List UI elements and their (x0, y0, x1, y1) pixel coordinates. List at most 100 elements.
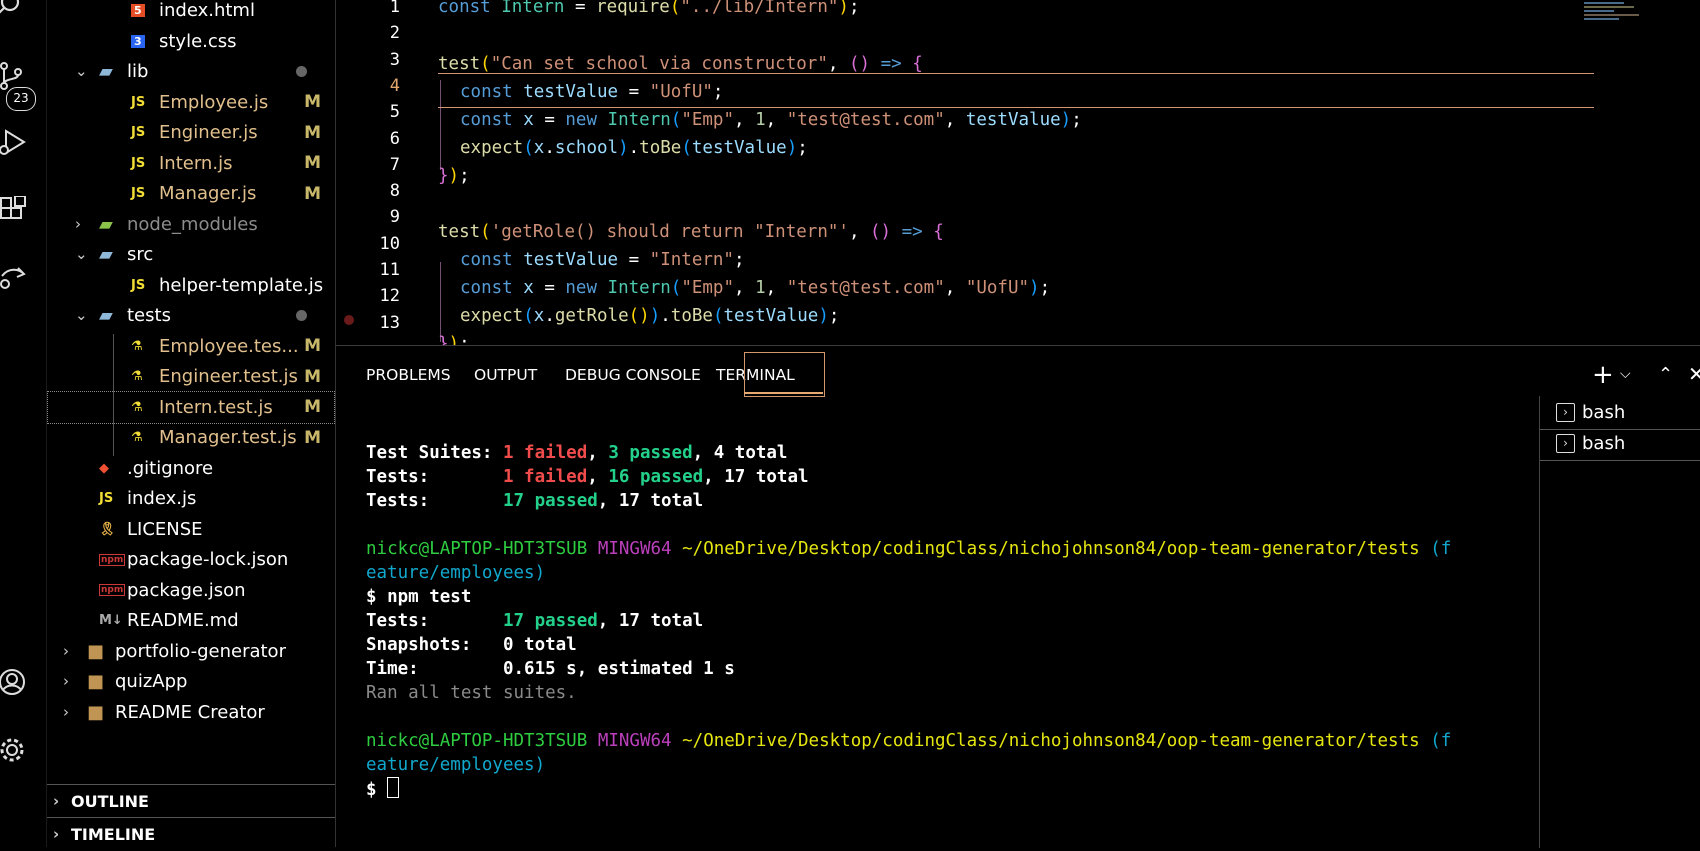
terminal-instance[interactable]: › bash (1540, 427, 1700, 461)
run-debug-icon[interactable] (0, 128, 28, 156)
chevron-down-icon[interactable]: ⌄ (75, 308, 89, 323)
git-changes-dot (296, 66, 307, 77)
timeline-label: TIMELINE (71, 825, 156, 844)
terminal-name: bash (1582, 402, 1626, 423)
git-status-modified: M (304, 397, 321, 417)
tree-item[interactable]: npm package.json (47, 574, 335, 607)
tree-item[interactable]: › ▰ node_modules (47, 208, 335, 241)
git-status-modified: M (304, 183, 321, 204)
chevron-down-icon[interactable]: ⌵ (1620, 366, 1631, 382)
tab-problems[interactable]: PROBLEMS (366, 366, 451, 384)
git-changes-dot (296, 310, 307, 321)
tree-item[interactable]: › ■ quizApp (47, 665, 335, 698)
source-control-icon[interactable] (0, 62, 28, 90)
timeline-section[interactable]: › TIMELINE (47, 817, 335, 851)
line-number: 4 (389, 75, 400, 96)
tree-item[interactable]: 🎗 LICENSE (47, 513, 335, 546)
tree-item[interactable]: npm package-lock.json (47, 543, 335, 576)
chevron-right-icon[interactable]: › (63, 704, 77, 719)
tree-item[interactable]: ⚗ Intern.test.js M (47, 390, 335, 424)
tree-item[interactable]: M↓ README.md (47, 604, 335, 637)
tree-item[interactable]: ⌄ ▰ lib (47, 55, 335, 88)
maximize-panel-icon[interactable]: ⌃ (1658, 364, 1673, 385)
chevron-down-icon[interactable]: ⌄ (75, 64, 89, 79)
license-icon: 🎗 (99, 521, 116, 537)
tree-item[interactable]: › ■ README Creator (47, 696, 335, 729)
code-line-10: const testValue = "Intern"; (460, 250, 745, 270)
javascript-file-icon: JS (131, 94, 146, 110)
line-number: 8 (389, 181, 400, 202)
code-editor[interactable]: 1 2 3 4 5 6 7 8 9 10 11 12 13 const Intern = require… (336, 0, 1700, 345)
minimap[interactable] (1584, 0, 1644, 30)
tree-item[interactable]: JS index.js (47, 482, 335, 515)
terminal-list: › bash › bash (1539, 396, 1700, 848)
line-number: 13 (379, 312, 400, 333)
tree-item[interactable]: ⚗ Engineer.test.js M (47, 360, 335, 393)
test-file-icon: ⚗ (131, 369, 143, 384)
tree-item[interactable]: ⚗ Employee.tes... M (47, 330, 335, 363)
tab-output[interactable]: OUTPUT (474, 366, 537, 384)
new-terminal-icon[interactable]: + (1592, 360, 1614, 390)
tree-item[interactable]: 3 style.css (47, 25, 335, 58)
chevron-right-icon[interactable]: › (75, 216, 89, 231)
tree-item-label: Employee.js (159, 91, 269, 113)
line-number: 2 (389, 23, 400, 44)
test-file-icon: ⚗ (131, 338, 143, 354)
chevron-right-icon: › (53, 825, 60, 843)
tree-item[interactable]: › ■ portfolio-generator (47, 635, 335, 668)
tree-item-label: package.json (127, 579, 246, 601)
line-number: 12 (379, 286, 400, 307)
css-file-icon: 3 (131, 34, 145, 48)
code-line-7: }); (438, 166, 470, 186)
settings-gear-icon[interactable] (0, 736, 28, 764)
npm-icon: npm (99, 584, 126, 596)
git-status-modified: M (304, 153, 321, 173)
code-line-13: }); (438, 334, 470, 345)
outline-section[interactable]: › OUTLINE (47, 784, 335, 818)
tree-item[interactable]: JS Manager.js M (47, 177, 335, 210)
indent-guide (440, 262, 441, 342)
tree-item[interactable]: ⚗ Manager.test.js M (47, 421, 335, 454)
tree-item[interactable]: 5 index.html (47, 0, 335, 27)
tree-item[interactable]: JS Intern.js M (47, 147, 335, 180)
tree-item-label: Intern.js (159, 152, 233, 174)
tree-item-label: Manager.test.js (159, 427, 297, 448)
bottom-panel: PROBLEMS OUTPUT DEBUG CONSOLE TERMINAL + ⌵ … (336, 345, 1700, 848)
test-file-icon: ⚗ (131, 399, 143, 415)
code-line-3: test("Can set school via constructor", (… (438, 54, 923, 74)
outline-label: OUTLINE (71, 792, 149, 811)
terminal-output[interactable]: Test Suites: 1 failed, 3 passed, 4 total… (366, 441, 1451, 802)
folder-icon: ▰ (99, 213, 113, 235)
javascript-file-icon: JS (131, 155, 146, 171)
tree-item-label: lib (127, 61, 149, 82)
chevron-down-icon[interactable]: ⌄ (75, 247, 89, 262)
tree-item[interactable]: JS helper-template.js (47, 269, 335, 302)
tree-item[interactable]: JS Engineer.js M (47, 116, 335, 149)
git-status-modified: M (304, 92, 321, 112)
git-icon: ◆ (99, 460, 109, 476)
search-icon[interactable] (0, 0, 28, 20)
code-line-11: const x = new Intern("Emp", 1, "test@tes… (460, 278, 1051, 298)
chevron-right-icon[interactable]: › (63, 674, 77, 689)
tree-item[interactable]: ⌄ ▰ src (47, 238, 335, 271)
tab-debug-console[interactable]: DEBUG CONSOLE (565, 366, 701, 384)
tree-item[interactable]: ⌄ ▰ tests (47, 299, 335, 332)
tree-item-label: helper-template.js (159, 274, 324, 296)
terminal-instance[interactable]: › bash (1540, 396, 1700, 430)
terminal-cursor (387, 777, 400, 798)
close-panel-icon[interactable]: ✕ (1688, 362, 1700, 386)
extensions-icon[interactable] (0, 195, 28, 224)
tree-item[interactable]: ◆ .gitignore (47, 452, 335, 485)
tree-item[interactable]: JS Employee.js M (47, 86, 335, 119)
git-status-modified: M (304, 427, 321, 448)
code-line-1: const Intern = require("../lib/Intern"); (438, 0, 860, 17)
tree-item-label: Intern.test.js (159, 396, 273, 418)
account-icon[interactable] (0, 668, 28, 696)
javascript-file-icon: JS (131, 125, 146, 140)
remote-explorer-icon[interactable] (0, 262, 28, 290)
tree-item-label: src (127, 244, 154, 265)
line-number: 9 (389, 207, 400, 228)
folder-icon: ■ (87, 671, 105, 692)
chevron-right-icon[interactable]: › (63, 643, 77, 658)
tree-item-label: Engineer.js (159, 122, 258, 143)
